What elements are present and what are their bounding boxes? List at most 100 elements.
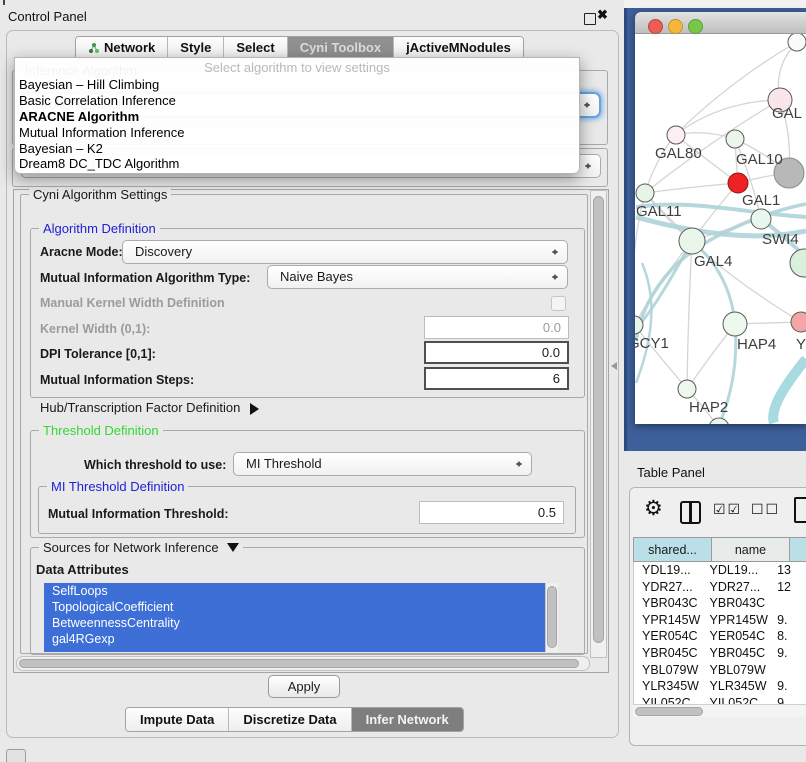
table-row[interactable]: YIL052CYIL052C9. <box>634 695 806 704</box>
tab-style[interactable]: Style <box>168 37 224 59</box>
table-row[interactable]: YLR345WYLR345W9. <box>634 678 806 695</box>
dropdown-item[interactable]: Basic Correlation Inference <box>15 93 579 109</box>
table-row[interactable]: YBL079WYBL079W <box>634 662 806 679</box>
mi-threshold-input[interactable]: 0.5 <box>419 501 564 524</box>
mi-type-label: Mutual Information Algorithm Type: <box>40 271 250 285</box>
table-panel-title: Table Panel <box>637 465 705 480</box>
dropdown-item[interactable]: ARACNE Algorithm <box>15 109 579 125</box>
network-node-gal4[interactable] <box>679 228 705 254</box>
attributes-scrollbar[interactable] <box>545 583 558 652</box>
settings-horizontal-scrollbar[interactable] <box>16 656 590 671</box>
network-node-y[interactable] <box>791 312 806 332</box>
export-table-icon[interactable] <box>794 497 806 523</box>
network-node[interactable] <box>790 249 806 277</box>
deselect-all-icon[interactable]: ☐☐ <box>751 501 780 518</box>
tab-network[interactable]: Network <box>76 37 168 59</box>
close-icon[interactable]: ✖ <box>597 7 608 23</box>
network-node-gal1[interactable] <box>728 173 748 193</box>
docked-panel-button[interactable] <box>6 749 26 762</box>
network-node-gal11[interactable] <box>636 184 654 202</box>
tab-label: jActiveMNodules <box>406 37 511 59</box>
network-node-hap4[interactable] <box>723 312 747 336</box>
columns-icon[interactable] <box>680 501 701 524</box>
table-body: YDL19...YDL19...13YDR27...YDR27...12YBR0… <box>633 562 806 704</box>
split-pane-collapse-icon[interactable] <box>607 362 617 370</box>
expanded-arrow-icon <box>227 543 239 558</box>
network-node-gal80[interactable] <box>667 126 685 144</box>
tab-label: Select <box>236 37 274 59</box>
network-node[interactable] <box>788 34 806 51</box>
node-label: Y <box>796 336 806 353</box>
table-cell: YIL052C <box>634 695 702 704</box>
network-node-swi4[interactable] <box>751 209 771 229</box>
tab-infer-network[interactable]: Infer Network <box>352 708 463 731</box>
column-header-clipped[interactable] <box>790 537 806 562</box>
tab-select[interactable]: Select <box>224 37 287 59</box>
attribute-list-item[interactable]: BetweennessCentrality <box>44 615 557 631</box>
select-all-icon[interactable]: ☑☑ <box>713 501 742 518</box>
dropdown-item[interactable]: Bayesian – K2 <box>15 141 579 157</box>
kernel-width-input[interactable]: 0.0 <box>424 316 569 339</box>
column-header-shared[interactable]: shared... <box>633 537 712 562</box>
scrollbar-thumb[interactable] <box>593 196 604 643</box>
tab-jactivemnodules[interactable]: jActiveMNodules <box>394 37 523 59</box>
table-header-row: shared... name <box>633 537 806 562</box>
scrollbar-thumb[interactable] <box>19 659 579 668</box>
gear-icon[interactable]: ⚙ <box>644 496 663 521</box>
close-traffic-light[interactable] <box>648 19 663 34</box>
table-cell: YER054C <box>634 628 702 645</box>
table-row[interactable]: YDR27...YDR27...12 <box>634 579 806 596</box>
dpi-tolerance-input[interactable]: 0.0 <box>424 341 569 364</box>
dropdown-item[interactable]: Dream8 DC_TDC Algorithm <box>15 156 579 172</box>
table-cell: 9. <box>769 612 806 629</box>
tab-cyni-toolbox[interactable]: Cyni Toolbox <box>288 37 394 59</box>
network-node-gal10[interactable] <box>726 130 744 148</box>
table-row[interactable]: YBR043CYBR043C <box>634 595 806 612</box>
mi-steps-input[interactable]: 6 <box>424 367 569 390</box>
column-header-name[interactable]: name <box>712 537 790 562</box>
table-row[interactable]: YDL19...YDL19...13 <box>634 562 806 579</box>
dropdown-item[interactable]: Mutual Information Inference <box>15 125 579 141</box>
apply-button[interactable]: Apply <box>268 675 340 698</box>
zoom-traffic-light[interactable] <box>688 19 703 34</box>
attribute-list-item[interactable]: gal4RGexp <box>44 631 557 647</box>
combo-stepper-icon <box>584 160 592 172</box>
table-cell: 12 <box>769 579 806 596</box>
dropdown-item[interactable]: Bayesian – Hill Climbing <box>15 77 579 93</box>
network-window-titlebar <box>635 12 806 34</box>
tab-label: Cyni Toolbox <box>300 37 381 59</box>
hub-section-header[interactable]: Hub/Transcription Factor Definition <box>40 400 265 415</box>
combo-stepper-icon <box>551 271 559 283</box>
tab-discretize-data[interactable]: Discretize Data <box>229 708 351 731</box>
table-cell: 9. <box>769 678 806 695</box>
sources-legend[interactable]: Sources for Network Inference <box>39 540 243 558</box>
table-row[interactable]: YPR145WYPR145W9. <box>634 612 806 629</box>
collapsed-arrow-icon <box>250 403 265 415</box>
mi-type-combo[interactable]: Naive Bayes <box>267 265 568 289</box>
which-threshold-combo[interactable]: MI Threshold <box>233 452 532 476</box>
table-horizontal-scrollbar[interactable] <box>633 704 806 717</box>
float-window-icon[interactable] <box>584 13 596 25</box>
attribute-list-item[interactable]: SelfLoops <box>44 583 557 599</box>
table-cell: YDR27... <box>702 579 770 596</box>
table-cell: YER054C <box>702 628 770 645</box>
network-canvas[interactable]: GALGAL80GAL10GAL1GAL11SWI4GAL4GCY1HAP4YH… <box>635 34 806 424</box>
manual-kernel-checkbox[interactable] <box>551 296 566 311</box>
network-node-hap2[interactable] <box>678 380 696 398</box>
settings-vertical-scrollbar[interactable] <box>590 190 607 658</box>
mi-type-value: Naive Bayes <box>280 269 353 284</box>
table-row[interactable]: YER054CYER054C8. <box>634 628 806 645</box>
control-panel-title: Control Panel <box>8 9 87 24</box>
table-row[interactable]: YBR045CYBR045C9. <box>634 645 806 662</box>
tab-impute-data[interactable]: Impute Data <box>126 708 229 731</box>
scrollbar-thumb[interactable] <box>635 707 703 716</box>
tab-label: Impute Data <box>140 712 214 727</box>
aracne-mode-combo[interactable]: Discovery <box>122 240 568 264</box>
dropdown-item-list: Bayesian – Hill ClimbingBasic Correlatio… <box>15 77 579 172</box>
minimize-traffic-light[interactable] <box>668 19 683 34</box>
attribute-list-item[interactable]: TopologicalCoefficient <box>44 599 557 615</box>
scrollbar-thumb[interactable] <box>547 586 557 648</box>
data-attributes-list: SelfLoopsTopologicalCoefficientBetweenne… <box>44 583 557 652</box>
dpi-tolerance-label: DPI Tolerance [0,1]: <box>40 347 156 361</box>
table-cell: YBR043C <box>702 595 770 612</box>
